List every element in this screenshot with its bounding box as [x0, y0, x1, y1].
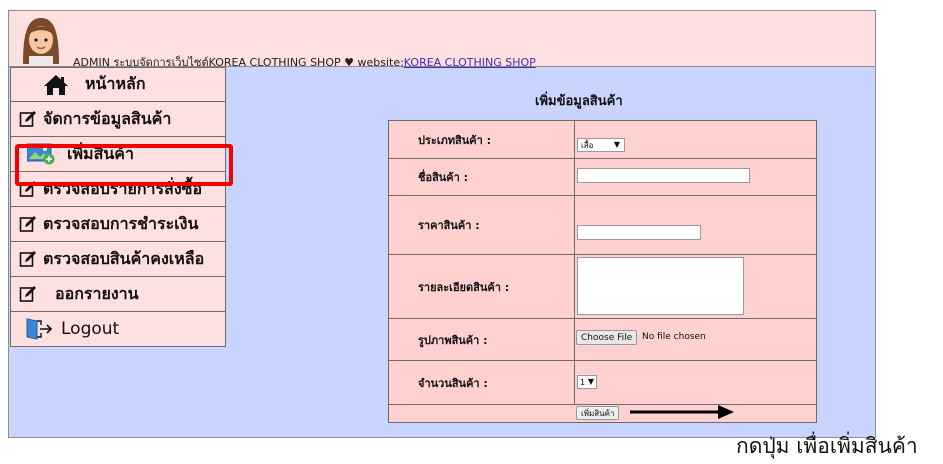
- instruction-caption: กดปุ่ม เพื่อเพิ่มสินค้า: [736, 434, 918, 458]
- type-select-value: เสื้อ: [581, 140, 594, 150]
- avatar: [17, 14, 65, 64]
- quantity-select-value: 1: [580, 377, 586, 387]
- image-add-icon: [27, 143, 55, 165]
- edit-icon: [19, 250, 37, 268]
- logout-icon: [25, 318, 53, 340]
- sidebar-item-add-product[interactable]: เพิ่มสินค้า: [10, 137, 226, 172]
- sidebar-item-check-stock[interactable]: ตรวจสอบสินค้าคงเหลือ: [10, 242, 226, 277]
- sidebar-item-label: หน้าหลัก: [85, 74, 146, 93]
- page-header: ADMIN ระบบจัดการเว็บไซต์KOREA CLOTHING S…: [9, 11, 875, 69]
- edit-icon: [19, 180, 37, 198]
- file-status: No file chosen: [642, 332, 706, 342]
- add-product-button[interactable]: เพิ่มสินค้า: [576, 406, 620, 420]
- type-label: ประเภทสินค้า :: [389, 121, 575, 158]
- edit-icon: [19, 110, 37, 128]
- detail-textarea[interactable]: [577, 257, 744, 315]
- sidebar-item-label: ตรวจสอบรายการสั่งซื้อ: [43, 178, 203, 198]
- choose-file-button[interactable]: Choose File: [576, 330, 638, 345]
- type-select[interactable]: เสื้อ ▼: [577, 138, 625, 152]
- quantity-select[interactable]: 1 ▼: [577, 375, 597, 389]
- sidebar-item-label: จัดการข้อมูลสินค้า: [43, 108, 172, 128]
- sidebar-item-report[interactable]: ออกรายงาน: [10, 277, 226, 312]
- website-link[interactable]: KOREA CLOTHING SHOP: [404, 56, 536, 69]
- sidebar-item-label: ตรวจสอบการชำระเงิน: [43, 213, 199, 233]
- name-input[interactable]: [577, 168, 750, 183]
- home-icon: [43, 74, 69, 96]
- form-row-price: ราคาสินค้า :: [389, 196, 816, 255]
- sidebar: หน้าหลัก จัดการข้อมูลสินค้า เพิ่มสินค้า …: [10, 67, 226, 347]
- price-input[interactable]: [577, 225, 701, 240]
- sidebar-item-label: Logout: [61, 319, 120, 339]
- form-row-type: ประเภทสินค้า : เสื้อ ▼: [389, 121, 816, 159]
- sidebar-item-logout[interactable]: Logout: [10, 312, 226, 347]
- form-row-image: รูปภาพสินค้า : Choose File No file chose…: [389, 319, 816, 361]
- chevron-down-icon: ▼: [613, 140, 620, 149]
- edit-icon: [19, 215, 37, 233]
- sidebar-item-label: ออกรายงาน: [55, 283, 139, 303]
- edit-icon: [19, 285, 37, 303]
- add-product-form: ประเภทสินค้า : เสื้อ ▼ ชื่อสินค้า : ราคา…: [388, 120, 817, 423]
- arrow-right-icon: [630, 405, 734, 419]
- sidebar-item-check-orders[interactable]: ตรวจสอบรายการสั่งซื้อ: [10, 172, 226, 207]
- sidebar-item-home[interactable]: หน้าหลัก: [10, 67, 226, 102]
- form-row-name: ชื่อสินค้า :: [389, 159, 816, 196]
- sidebar-item-check-payments[interactable]: ตรวจสอบการชำระเงิน: [10, 207, 226, 242]
- form-row-quantity: จำนวนสินค้า : 1 ▼: [389, 361, 816, 405]
- form-title: เพิ่มข้อมูลสินค้า: [535, 94, 623, 109]
- image-label: รูปภาพสินค้า :: [389, 319, 575, 360]
- sidebar-item-manage-products[interactable]: จัดการข้อมูลสินค้า: [10, 102, 226, 137]
- detail-label: รายละเอียดสินค้า :: [389, 255, 575, 318]
- price-label: ราคาสินค้า :: [389, 196, 575, 254]
- name-label: ชื่อสินค้า :: [389, 159, 575, 195]
- quantity-label: จำนวนสินค้า :: [389, 361, 575, 404]
- chevron-down-icon: ▼: [587, 377, 594, 386]
- sidebar-item-label: เพิ่มสินค้า: [67, 143, 134, 163]
- form-row-detail: รายละเอียดสินค้า :: [389, 255, 816, 319]
- sidebar-item-label: ตรวจสอบสินค้าคงเหลือ: [43, 248, 205, 268]
